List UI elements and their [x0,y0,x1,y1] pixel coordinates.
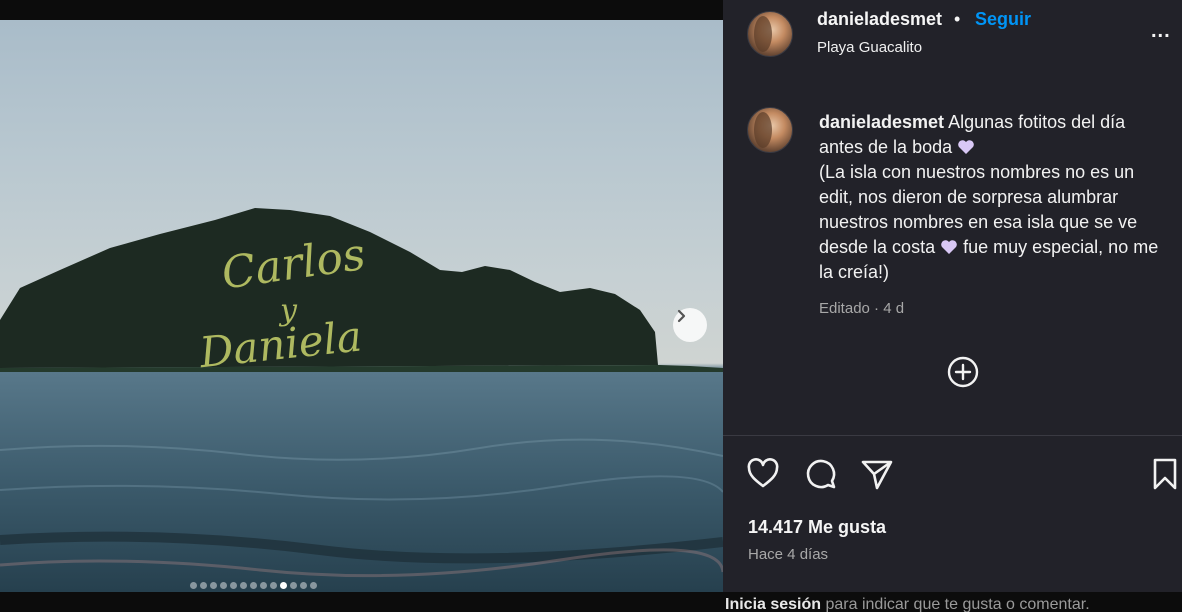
instagram-post-modal: Carlos y Daniela danieladesmet • Seguir … [0,0,1182,612]
login-prompt-text: para indicar que te gusta o comentar. [821,596,1090,612]
carousel-dot [310,582,317,589]
carousel-dot [300,582,307,589]
save-bookmark-icon[interactable] [1147,456,1182,492]
heart-emoji-icon [958,140,974,154]
carousel-dot [290,582,297,589]
heart-emoji-icon [941,240,957,254]
more-options-icon[interactable]: ... [1151,20,1171,43]
location-link[interactable]: Playa Guacalito [817,39,922,56]
carousel-dot [200,582,207,589]
carousel-indicators [190,582,317,589]
carousel-dot [190,582,197,589]
carousel-dot [210,582,217,589]
post-side-panel: danieladesmet • Seguir Playa Guacalito .… [723,0,1182,592]
follow-button[interactable]: Seguir [975,9,1031,30]
avatar[interactable] [747,11,793,57]
island-scene: Carlos y Daniela [0,208,723,592]
carousel-dot [280,582,287,589]
load-more-comments-icon[interactable] [945,354,981,390]
carousel-dot [270,582,277,589]
like-heart-icon[interactable] [745,456,781,492]
header-username[interactable]: danieladesmet [817,9,942,30]
carousel-dot [250,582,257,589]
carousel-dot [240,582,247,589]
carousel-next-button[interactable] [673,308,707,342]
carousel-dot [260,582,267,589]
caption-avatar[interactable] [747,107,793,153]
carousel-dot [220,582,227,589]
caption-username[interactable]: danieladesmet [819,112,944,132]
login-prompt: Inicia sesión para indicar que te gusta … [725,596,1090,612]
carousel-dot [230,582,237,589]
divider [723,435,1182,436]
post-caption: danieladesmet Algunas fotitos del día an… [819,110,1171,285]
post-time: Hace 4 días [748,546,829,563]
caption-meta: Editado · 4 d [819,300,905,317]
login-link[interactable]: Inicia sesión [725,596,821,612]
share-icon[interactable] [859,456,895,492]
chevron-right-icon [677,309,686,323]
likes-count[interactable]: 14.417 Me gusta [748,517,886,538]
header-separator: • [954,9,961,29]
comment-icon[interactable] [803,456,839,492]
post-photo[interactable]: Carlos y Daniela [0,20,723,592]
